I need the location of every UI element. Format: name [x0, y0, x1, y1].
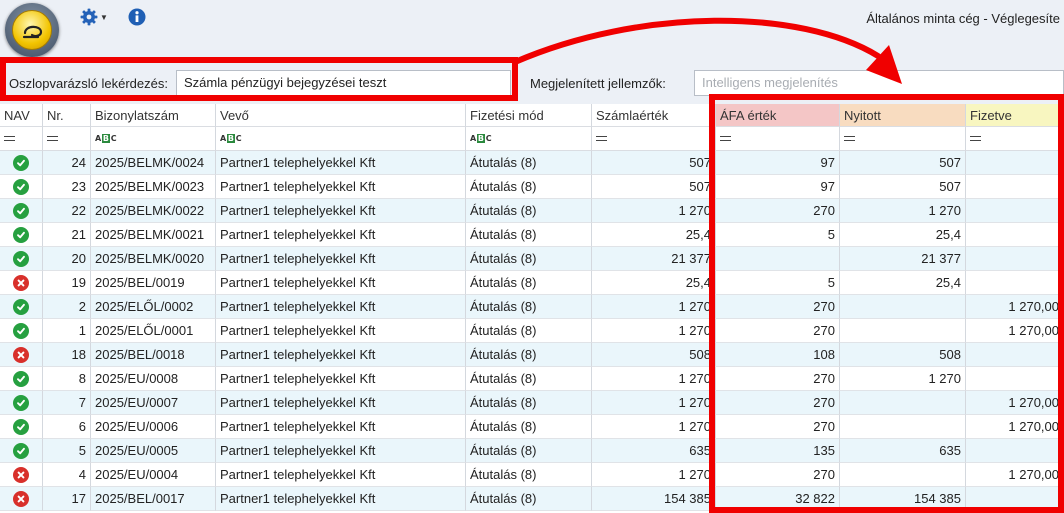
- app-window: ▼ Általános minta cég - Véglegesíte Oszl…: [0, 0, 1064, 513]
- highlight-arrow: [512, 17, 902, 84]
